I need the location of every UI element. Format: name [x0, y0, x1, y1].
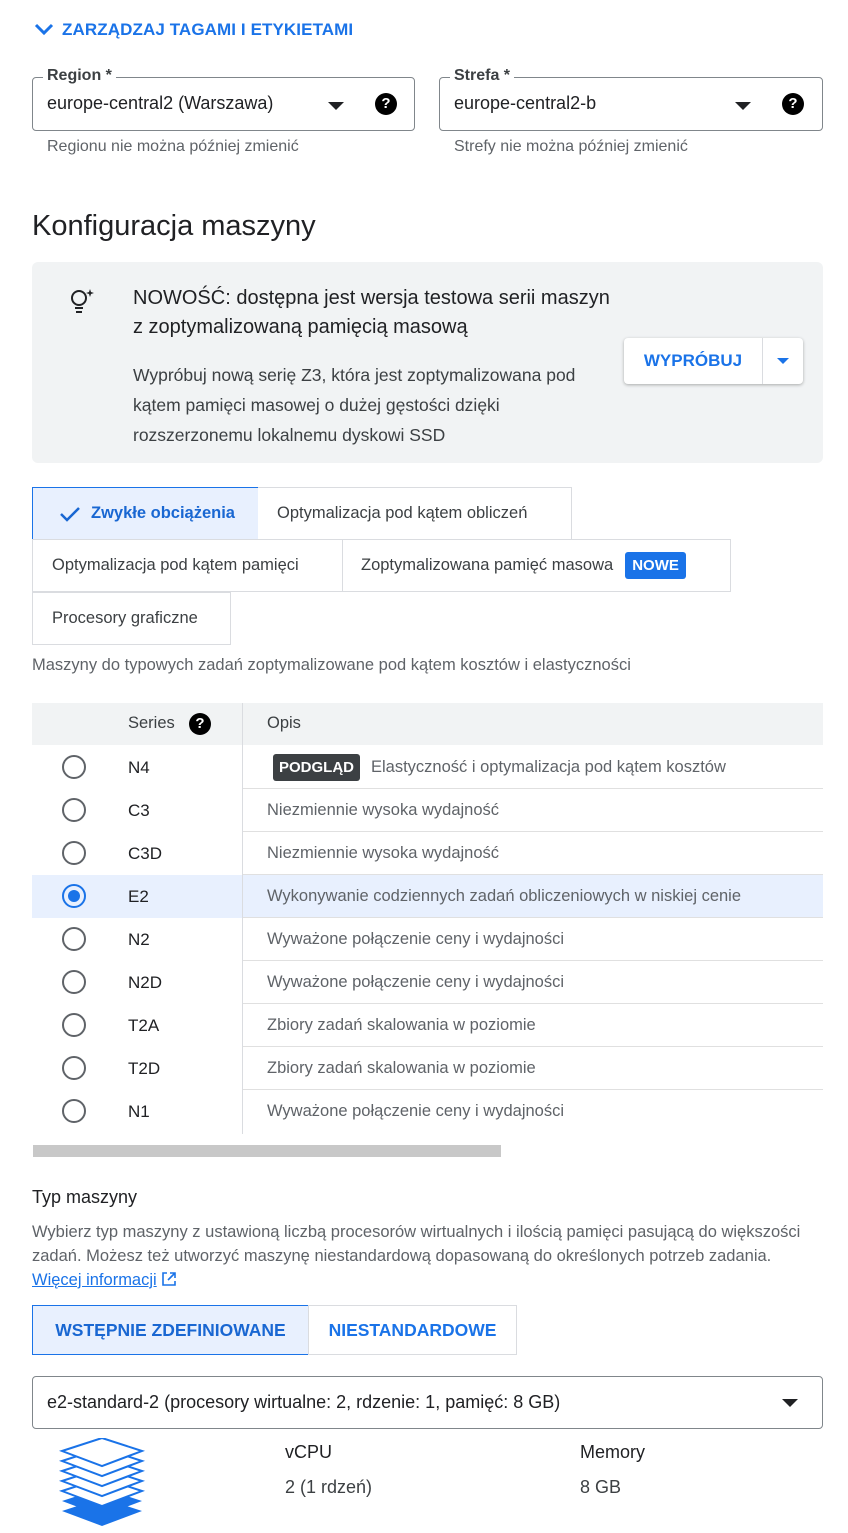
zone-value: europe-central2-b [454, 93, 597, 113]
region-select[interactable]: Region * europe-central2 (Warszawa) ? [32, 67, 415, 131]
series-description: Zbiory zadań skalowania w poziomie [267, 1016, 536, 1034]
learn-more-label: Więcej informacji [32, 1271, 157, 1289]
series-radio[interactable] [62, 1013, 86, 1037]
series-name: C3D [128, 844, 163, 863]
series-description: Wyważone połączenie ceny i wydajności [267, 930, 564, 948]
try-split-button: WYPRÓBUJ [624, 338, 803, 384]
series-name: T2D [128, 1059, 161, 1078]
series-row[interactable]: T2D Zbiory zadań skalowania w poziomie [32, 1047, 823, 1090]
machine-type-value: e2-standard-2 (procesory wirtualne: 2, r… [47, 1392, 561, 1412]
help-icon[interactable]: ? [375, 93, 397, 115]
series-table-header: Series ? Opis [32, 703, 823, 745]
series-radio[interactable] [62, 1056, 86, 1080]
vcpu-value: 2 (1 rdzeń) [285, 1477, 373, 1497]
region-hint: Regionu nie można później zmienić [47, 138, 299, 155]
help-icon[interactable]: ? [189, 713, 211, 735]
column-divider [242, 703, 243, 1134]
series-name: N2 [128, 930, 150, 949]
series-radio[interactable] [62, 970, 86, 994]
banner-description: Wypróbuj nową serię Z3, która jest zopty… [133, 365, 576, 445]
series-row[interactable]: N2D Wyważone połączenie ceny i wydajności [32, 961, 823, 1004]
series-description: Wykonywanie codziennych zadań obliczenio… [267, 887, 742, 905]
category-memory[interactable]: Optymalizacja pod kątem pamięci [32, 539, 343, 592]
check-icon [60, 506, 80, 522]
category-compute[interactable]: Optymalizacja pod kątem obliczeń [258, 487, 572, 540]
dropdown-arrow-icon [782, 1399, 798, 1407]
series-column-header: Series [128, 714, 175, 732]
category-storage[interactable]: Zoptymalizowana pamięć masowa NOWE [342, 539, 731, 592]
series-description: Niezmiennie wysoka wydajność [267, 801, 500, 819]
region-label: Region * [43, 67, 116, 85]
machine-type-select[interactable]: e2-standard-2 (procesory wirtualne: 2, r… [32, 1376, 823, 1429]
machine-type-title: Typ maszyny [32, 1187, 138, 1207]
category-description: Maszyny do typowych zadań zoptymalizowan… [32, 656, 631, 674]
series-radio[interactable] [62, 755, 86, 779]
zone-label: Strefa * [450, 67, 515, 85]
dropdown-arrow-icon [735, 102, 751, 110]
chevron-down-icon [34, 23, 54, 36]
help-icon[interactable]: ? [782, 93, 804, 115]
series-row[interactable]: N2 Wyważone połączenie ceny i wydajności [32, 918, 823, 961]
series-radio[interactable] [62, 1099, 86, 1123]
memory-label: Memory [580, 1442, 646, 1462]
preview-badge: PODGLĄD [273, 754, 360, 781]
machine-stack-icon [58, 1438, 146, 1526]
category-general[interactable]: Zwykłe obciążenia [32, 487, 259, 540]
manage-tags-toggle[interactable]: ZARZĄDZAJ TAGAMI I ETYKIETAMI [34, 20, 353, 40]
horizontal-scrollbar[interactable] [33, 1145, 501, 1157]
zone-hint: Strefy nie można później zmienić [454, 138, 688, 155]
external-link-icon [161, 1272, 176, 1286]
series-row[interactable]: C3 Niezmiennie wysoka wydajność [32, 789, 823, 832]
series-name: N1 [128, 1102, 150, 1121]
series-radio[interactable] [62, 884, 86, 908]
series-row[interactable]: N4 PODGLĄD Elastyczność i optymalizacja po… [32, 746, 823, 789]
category-gpu[interactable]: Procesory graficzne [32, 592, 231, 645]
vcpu-label: vCPU [285, 1442, 333, 1462]
machine-type-description: Wybierz typ maszyny z ustawioną liczbą p… [32, 1220, 822, 1292]
series-name: N4 [128, 758, 150, 777]
series-radio[interactable] [62, 841, 86, 865]
series-row[interactable]: E2 Wykonywanie codziennych zadań obliczen… [32, 875, 823, 918]
series-row[interactable]: N1 Wyważone połączenie ceny i wydajności [32, 1090, 823, 1133]
dropdown-arrow-icon [777, 358, 789, 364]
series-name: T2A [128, 1016, 160, 1035]
category-storage-label: Zoptymalizowana pamięć masowa [361, 556, 614, 574]
learn-more-link[interactable]: Więcej informacji [32, 1271, 157, 1289]
series-description: Wyważone połączenie ceny i wydajności [267, 1102, 564, 1120]
series-radio[interactable] [62, 927, 86, 951]
machine-type-description-text: Wybierz typ maszyny z ustawioną liczbą p… [32, 1223, 801, 1265]
series-description: Elastyczność i optymalizacja pod kątem k… [371, 758, 726, 776]
tab-custom[interactable]: NIESTANDARDOWE [308, 1305, 517, 1355]
try-button[interactable]: WYPRÓBUJ [624, 338, 763, 384]
series-description: Niezmiennie wysoka wydajność [267, 844, 500, 862]
banner-title: NOWOŚĆ: dostępna jest wersja testowa ser… [133, 287, 610, 338]
machine-config-title: Konfiguracja maszyny [32, 210, 316, 242]
series-description: Wyważone połączenie ceny i wydajności [267, 973, 564, 991]
description-column-header: Opis [267, 714, 301, 732]
z3-promo-banner: NOWOŚĆ: dostępna jest wersja testowa ser… [32, 262, 823, 463]
lightbulb-icon [71, 289, 94, 313]
series-row[interactable]: C3D Niezmiennie wysoka wydajność [32, 832, 823, 875]
new-badge: NOWE [625, 552, 686, 579]
series-name: E2 [128, 887, 149, 906]
series-description: Zbiory zadań skalowania w poziomie [267, 1059, 536, 1077]
category-compute-label: Optymalizacja pod kątem obliczeń [277, 504, 528, 522]
category-gpu-label: Procesory graficzne [52, 609, 198, 627]
series-row[interactable]: T2A Zbiory zadań skalowania w poziomie [32, 1004, 823, 1047]
series-radio[interactable] [62, 798, 86, 822]
manage-tags-label: ZARZĄDZAJ TAGAMI I ETYKIETAMI [62, 20, 354, 39]
category-memory-label: Optymalizacja pod kątem pamięci [52, 556, 299, 574]
try-dropdown-button[interactable] [763, 338, 803, 384]
series-name: C3 [128, 801, 150, 820]
zone-select[interactable]: Strefa * europe-central2-b ? [439, 67, 823, 131]
tab-predefined[interactable]: WSTĘPNIE ZDEFINIOWANE [32, 1305, 309, 1355]
memory-value: 8 GB [580, 1477, 622, 1497]
region-value: europe-central2 (Warszawa) [47, 93, 274, 113]
series-name: N2D [128, 973, 163, 992]
category-general-label: Zwykłe obciążenia [91, 504, 235, 522]
dropdown-arrow-icon [328, 102, 344, 110]
